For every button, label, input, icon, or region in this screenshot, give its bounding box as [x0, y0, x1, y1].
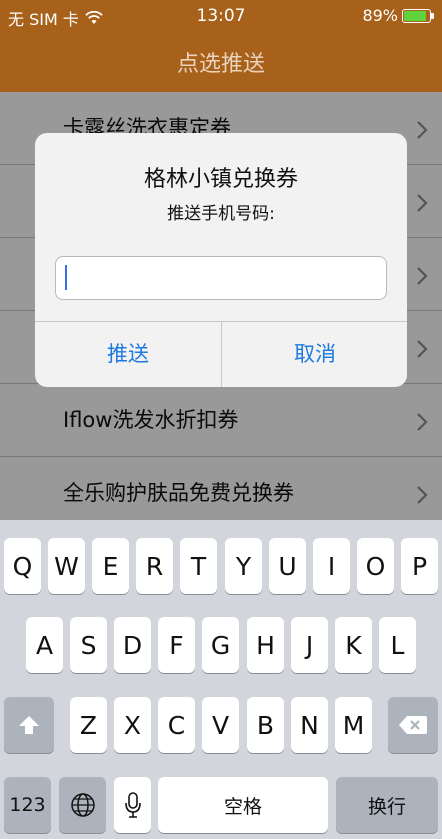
key-h[interactable]: H — [247, 617, 284, 673]
key-n[interactable]: N — [291, 697, 328, 753]
keyboard: Q W E R T Y U I O P A S D F G H J K L Z … — [0, 520, 442, 839]
shift-icon — [19, 716, 39, 734]
text-cursor — [65, 265, 67, 290]
status-bar: 无 SIM 卡 13:07 89% — [0, 0, 442, 32]
key-r[interactable]: R — [136, 538, 173, 594]
alert-message: 推送手机号码: — [167, 204, 275, 224]
key-u[interactable]: U — [269, 538, 306, 594]
shift-key[interactable] — [4, 697, 54, 753]
globe-key[interactable] — [59, 777, 106, 833]
key-w[interactable]: W — [48, 538, 85, 594]
key-f[interactable]: F — [158, 617, 195, 673]
microphone-key[interactable] — [114, 777, 151, 833]
key-e[interactable]: E — [92, 538, 129, 594]
key-j[interactable]: J — [291, 617, 328, 673]
numbers-key[interactable]: 123 — [4, 777, 51, 833]
key-s[interactable]: S — [70, 617, 107, 673]
key-x[interactable]: X — [114, 697, 151, 753]
key-o[interactable]: O — [357, 538, 394, 594]
battery-icon — [402, 8, 434, 23]
key-z[interactable]: Z — [70, 697, 107, 753]
cancel-button[interactable]: 取消 — [222, 322, 407, 387]
key-m[interactable]: M — [335, 697, 372, 753]
return-key[interactable]: 换行 — [336, 777, 438, 833]
phone-number-input[interactable] — [55, 256, 387, 300]
push-button[interactable]: 推送 — [35, 322, 221, 387]
key-g[interactable]: G — [202, 617, 239, 673]
delete-key[interactable] — [388, 697, 438, 753]
page-title: 点选推送 — [176, 52, 265, 77]
key-q[interactable]: Q — [4, 538, 41, 594]
status-battery: 89% — [362, 6, 434, 25]
key-v[interactable]: V — [202, 697, 239, 753]
delete-icon — [399, 716, 427, 734]
microphone-icon — [124, 792, 141, 818]
globe-icon — [70, 793, 95, 817]
navigation-bar: 点选推送 — [0, 32, 442, 92]
space-key[interactable]: 空格 — [158, 777, 328, 833]
key-t[interactable]: T — [180, 538, 217, 594]
key-c[interactable]: C — [158, 697, 195, 753]
key-i[interactable]: I — [313, 538, 350, 594]
key-a[interactable]: A — [26, 617, 63, 673]
alert-title: 格林小镇兑换券 — [143, 167, 298, 192]
key-b[interactable]: B — [247, 697, 284, 753]
battery-percent: 89% — [362, 6, 398, 25]
key-p[interactable]: P — [401, 538, 438, 594]
key-l[interactable]: L — [379, 617, 416, 673]
key-d[interactable]: D — [114, 617, 151, 673]
key-y[interactable]: Y — [225, 538, 262, 594]
alert-dialog: 格林小镇兑换券 推送手机号码: 推送 取消 — [35, 133, 407, 387]
key-k[interactable]: K — [335, 617, 372, 673]
